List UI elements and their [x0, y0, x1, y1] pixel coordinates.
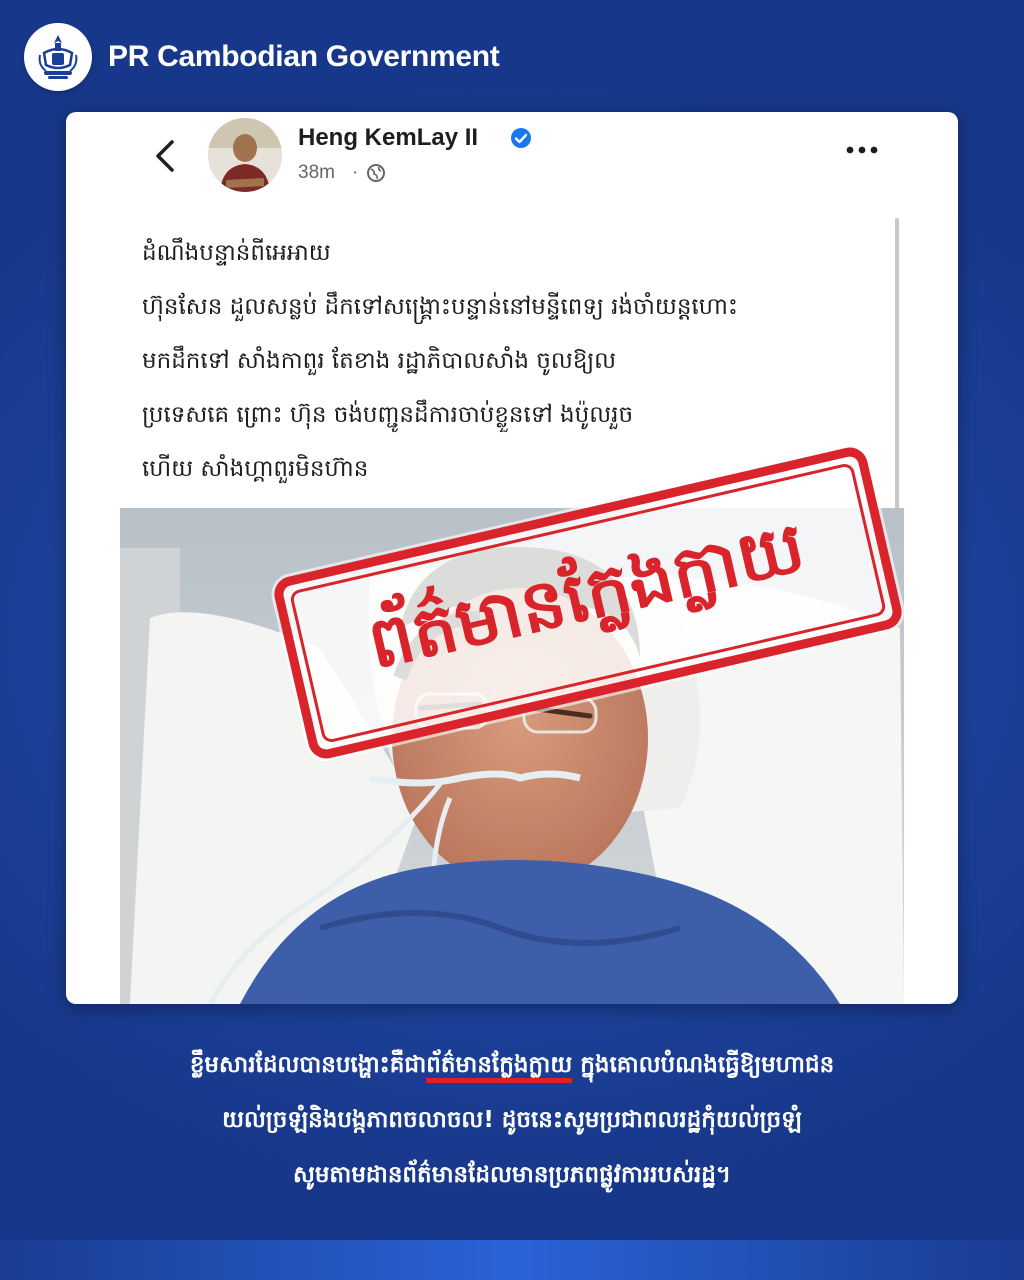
- post-text-line: មកដឹកទៅ សាំងកាពួរ តែខាង រដ្ឋាភិបាលសាំង ច…: [142, 348, 617, 374]
- meta-separator: ·: [352, 162, 359, 183]
- verified-badge-icon: [511, 128, 531, 148]
- post-text-line: ហ៊ុនសែន ដួលសន្លប់ ដឹកទៅសង្គ្រោះបន្ទាន់នៅ…: [142, 294, 739, 320]
- post-card: Heng KemLay II 38m · ដំណឹងបន្ទាន់ពីអេអាយ…: [66, 112, 958, 1004]
- caption-highlight: ព័ត៌មានក្លែងក្លាយ: [426, 1052, 573, 1078]
- caption-text: ខ្លឹមសារដែលបានបង្ហោះគឺជា: [189, 1052, 427, 1078]
- post-text-line: ដំណឹងបន្ទាន់ពីអេអាយ: [142, 240, 331, 266]
- post-text: ដំណឹងបន្ទាន់ពីអេអាយ ហ៊ុនសែន ដួលសន្លប់ ដឹ…: [142, 226, 872, 496]
- post-header: Heng KemLay II 38m ·: [66, 112, 958, 202]
- crest-icon: [38, 35, 78, 79]
- chevron-left-icon[interactable]: [150, 136, 180, 176]
- globe-icon: [367, 164, 385, 182]
- caption-line-3: សូមតាមដានព័ត៌មានដែលមានប្រភពផ្លូវការរបស់រ…: [292, 1162, 732, 1188]
- header: PR Cambodian Government: [24, 22, 500, 92]
- caption-line-2: យល់ច្រឡំនិងបង្កភាពចលាចល! ដូចនេះសូមប្រជាព…: [222, 1107, 802, 1133]
- caption-line-1: ខ្លឹមសារដែលបានបង្ហោះគឺជាព័ត៌មានក្លែងក្លា…: [60, 1038, 964, 1093]
- post-time: 38m: [298, 162, 335, 183]
- footer-bar: [0, 1240, 1024, 1280]
- royal-crest-logo: [24, 23, 92, 91]
- more-options-icon[interactable]: [842, 142, 882, 158]
- caption: ខ្លឹមសារដែលបានបង្ហោះគឺជាព័ត៌មានក្លែងក្លា…: [60, 1038, 964, 1203]
- avatar[interactable]: [208, 118, 282, 192]
- author-name[interactable]: Heng KemLay II: [298, 124, 478, 152]
- caption-text: ក្នុងគោលបំណងធ្វើឱ្យមហាជន: [572, 1052, 835, 1078]
- brand-name: PR Cambodian Government: [108, 40, 500, 73]
- post-text-line: ប្រទេសគេ ព្រោះ ហ៊ុន ចង់បញ្ជូនដឹការចាប់ខ្…: [142, 402, 634, 428]
